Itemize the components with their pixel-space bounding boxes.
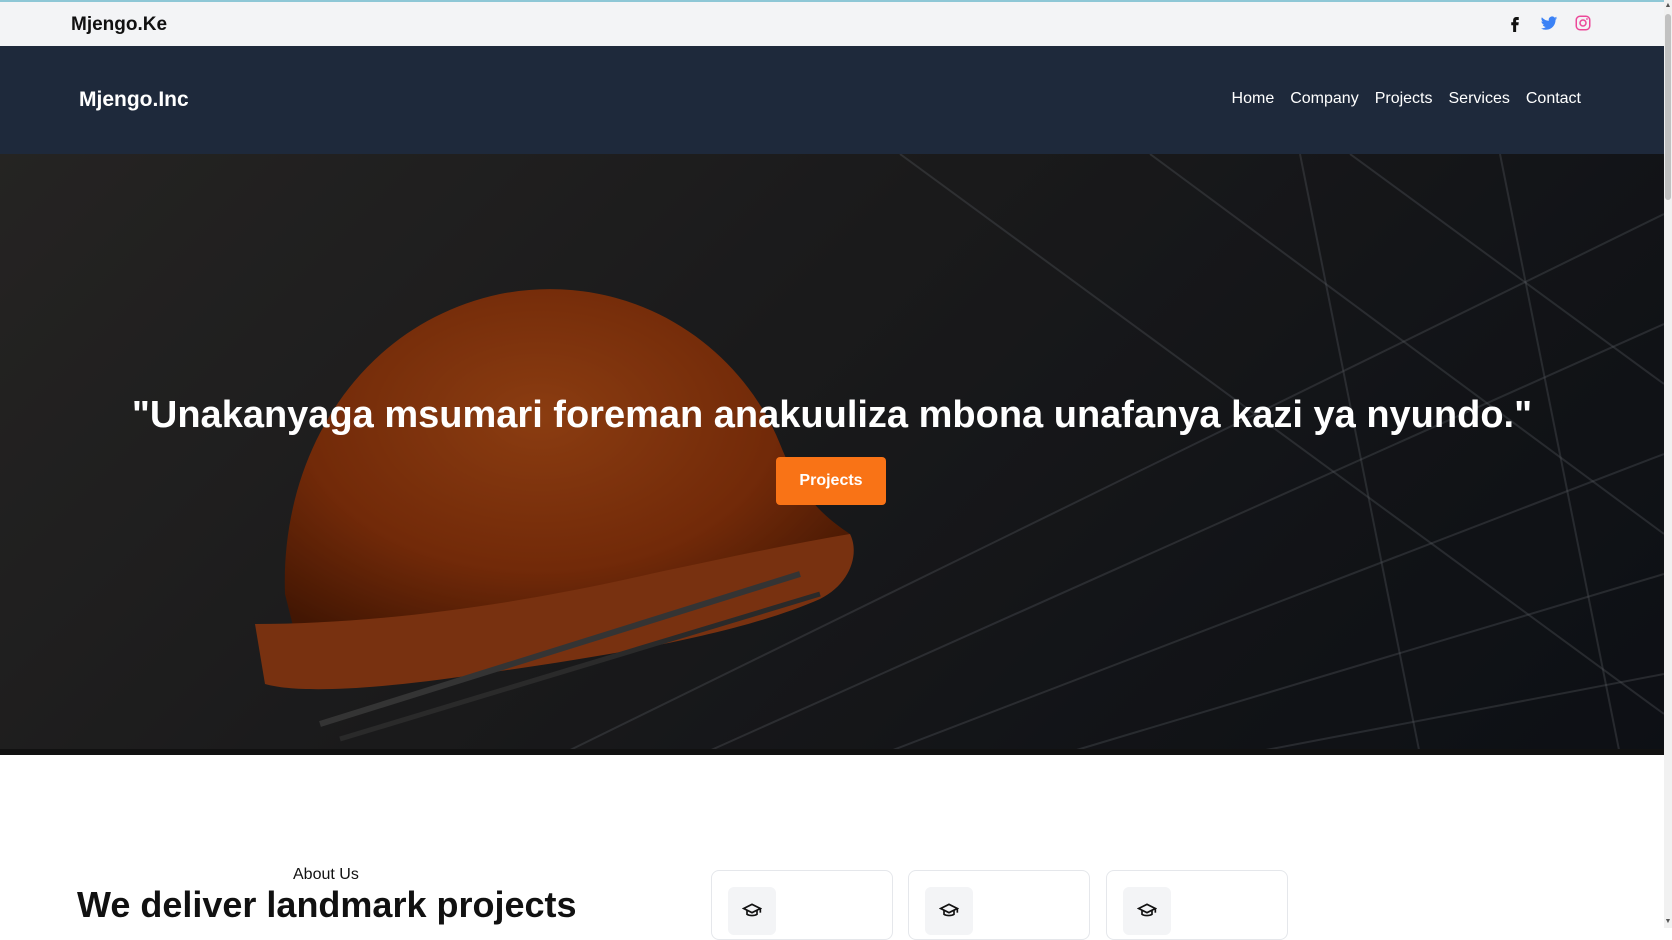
hero-divider: [0, 749, 1664, 755]
hero-quote: "Unakanyaga msumari foreman anakuuliza m…: [131, 394, 1533, 436]
instagram-icon[interactable]: [1574, 14, 1592, 32]
nav-home-link[interactable]: Home: [1232, 90, 1275, 108]
nav-company-link[interactable]: Company: [1290, 90, 1358, 108]
page-scrollbar[interactable]: ▲ ▼: [1664, 0, 1672, 928]
scrollbar-thumb[interactable]: [1665, 14, 1671, 200]
top-bar: Mjengo.Ke: [0, 0, 1664, 46]
feature-card: [908, 870, 1090, 940]
about-heading: We deliver landmark projects: [77, 884, 577, 925]
graduation-cap-icon: [939, 903, 959, 917]
site-brand[interactable]: Mjengo.Ke: [71, 14, 167, 36]
graduation-cap-icon: [742, 903, 762, 917]
scroll-up-arrow-icon[interactable]: ▲: [1664, 0, 1672, 12]
graduation-cap-icon: [1137, 903, 1157, 917]
social-links: [1506, 14, 1592, 32]
nav-services-link[interactable]: Services: [1449, 90, 1510, 108]
nav-projects-link[interactable]: Projects: [1375, 90, 1433, 108]
hero-section: "Unakanyaga msumari foreman anakuuliza m…: [0, 154, 1664, 755]
navbar-logo[interactable]: Mjengo.Inc: [79, 88, 189, 112]
projects-cta-button[interactable]: Projects: [776, 457, 886, 505]
twitter-icon[interactable]: [1540, 14, 1558, 32]
nav-menu: Home Company Projects Services Contact: [1232, 90, 1581, 108]
main-navbar: Mjengo.Inc Home Company Projects Service…: [0, 46, 1664, 154]
feature-card: [1106, 870, 1288, 940]
nav-contact-link[interactable]: Contact: [1526, 90, 1581, 108]
scroll-down-arrow-icon[interactable]: ▼: [1664, 916, 1672, 928]
hero-dark-overlay: [0, 154, 1664, 755]
facebook-icon[interactable]: [1506, 14, 1524, 32]
about-label: About Us: [293, 866, 359, 883]
feature-card: [711, 870, 893, 940]
